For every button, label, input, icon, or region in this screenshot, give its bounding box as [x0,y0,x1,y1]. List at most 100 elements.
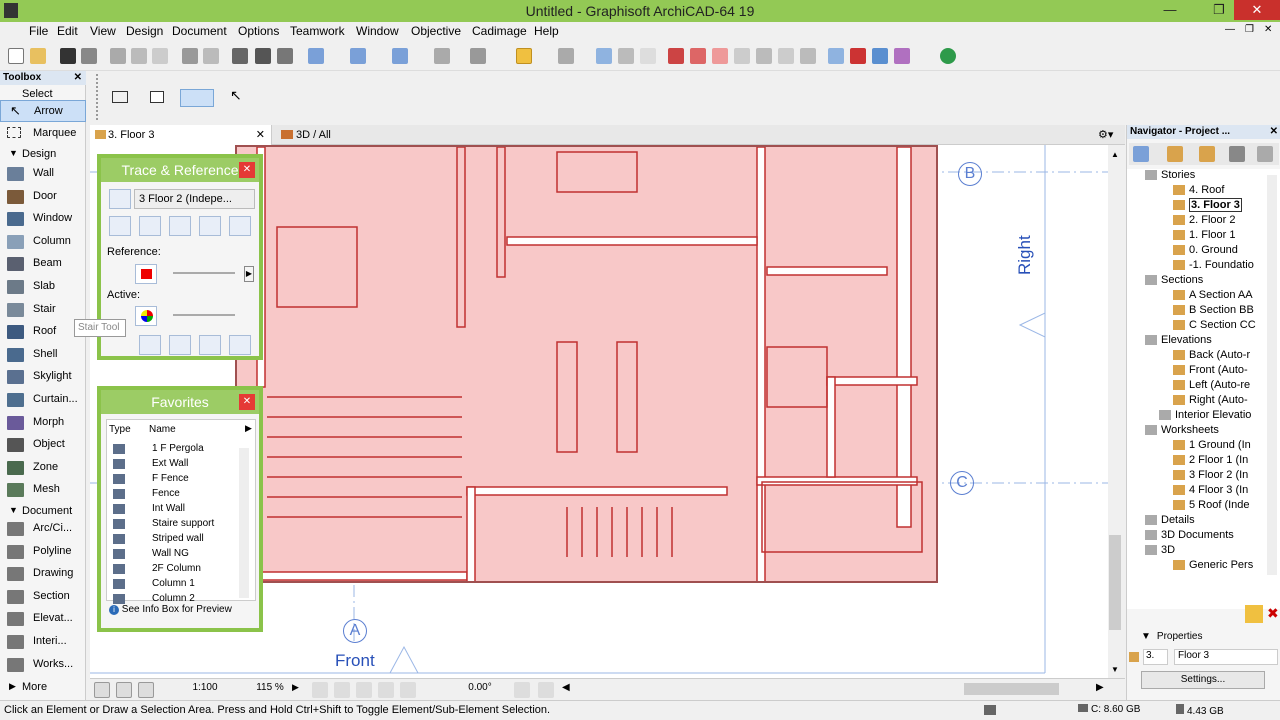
tool-morph[interactable]: Morph [0,412,86,434]
rotate-icon[interactable] [756,48,772,64]
reference-source-dropdown[interactable]: 3 Floor 2 (Indepe... [134,189,255,209]
menu-restore-icon[interactable]: ❐ [1245,24,1254,35]
horizontal-scrollbar-thumb[interactable] [964,683,1059,695]
orientation-icon[interactable] [400,682,416,698]
elevation-label-right[interactable]: Right [1015,235,1035,275]
close-window-button[interactable]: ✕ [1234,0,1280,20]
navigator-scrollbar[interactable] [1267,175,1277,575]
publisher-sets-icon[interactable] [1257,146,1273,162]
show-trace-icon[interactable] [596,48,612,64]
favorites-col-type[interactable]: Type [109,424,131,435]
favorite-item[interactable]: Staire support [109,517,239,532]
mark-up-icon[interactable] [668,48,684,64]
reference-color-swatch[interactable] [135,264,157,284]
favorite-item[interactable]: 1 F Pergola [109,442,239,457]
infobox-grip[interactable] [96,74,100,120]
favorites-expand-icon[interactable]: ▶ [245,423,252,434]
trace-hand-icon[interactable] [139,335,161,355]
navigator-close-icon[interactable]: ✕ [1270,125,1278,139]
menu-close-icon[interactable]: ✕ [1264,24,1272,35]
favorite-item[interactable]: Fence [109,487,239,502]
tool-marquee[interactable]: Marquee [0,123,86,145]
properties-collapse-icon[interactable]: ▼ [1141,631,1151,642]
menu-teamwork[interactable]: Teamwork [290,24,345,38]
zoom-previous-icon[interactable] [538,682,554,698]
favorites-close-icon[interactable]: ✕ [239,394,255,410]
tool-curtain[interactable]: Curtain... [0,389,86,411]
menu-document[interactable]: Document [172,24,227,38]
nav-elevation-item[interactable]: Front (Auto- [1173,364,1248,376]
nav-section-item[interactable]: B Section BB [1173,304,1254,316]
menu-objective[interactable]: Objective [411,24,461,38]
menu-file[interactable]: File [29,24,48,38]
quick-selection-icon[interactable]: ↖ [230,87,242,104]
building-footprint[interactable] [235,145,938,583]
tool-more[interactable]: ▶ More [0,677,86,699]
section-marker-icon[interactable] [712,48,728,64]
display-icon[interactable] [984,705,996,715]
menu-minimize-icon[interactable]: — [1225,24,1235,35]
open-folder-icon[interactable] [30,48,46,64]
tool-door[interactable]: Door [0,186,86,208]
scroll-up-icon[interactable]: ▲ [1111,150,1119,159]
trace-toggle-icon[interactable] [109,189,131,209]
layer-settings-icon[interactable] [516,48,532,64]
angle-field[interactable]: 0.00° [450,682,510,698]
navigator-popup-icon[interactable] [1133,146,1149,162]
trace-overlay-icon[interactable] [229,335,251,355]
tab-floor-3[interactable]: 3. Floor 3 ✕ [90,125,272,145]
save-icon[interactable] [60,48,76,64]
print-icon[interactable] [81,48,97,64]
tool-wall[interactable]: Wall [0,163,86,185]
active-intensity-slider[interactable] [173,314,235,316]
active-color-swatch[interactable] [135,306,157,326]
zoom-window-icon[interactable] [116,682,132,698]
menu-cadimage[interactable]: Cadimage [472,24,527,38]
tool-interi[interactable]: Interi... [0,631,86,653]
nav-folder-interior-elevations[interactable]: Interior Elevatio [1159,409,1251,421]
trace-panel-close-icon[interactable]: ✕ [239,162,255,178]
magic-wand-icon[interactable] [434,48,450,64]
tool-elevat[interactable]: Elevat... [0,608,86,630]
undo-icon[interactable] [182,48,198,64]
project-map-icon[interactable] [1167,146,1183,162]
grid-axis-b[interactable]: B [958,162,982,186]
trace-move-icon[interactable] [139,216,161,236]
tab-3d-all[interactable]: 3D / All [278,125,398,145]
menu-help[interactable]: Help [534,24,559,38]
roof-tool-icon[interactable] [800,48,816,64]
nav-worksheet-item[interactable]: 1 Ground (In [1173,439,1251,451]
reference-slider-arrow-icon[interactable]: ▶ [244,266,254,282]
pan-icon[interactable] [356,682,372,698]
tool-zone[interactable]: Zone [0,457,86,479]
tool-polyline[interactable]: Polyline [0,541,86,563]
compare-icon[interactable] [618,48,634,64]
favorite-item[interactable]: Column 2 [109,592,239,607]
rendering-icon[interactable] [894,48,910,64]
renovation-icon[interactable] [850,48,866,64]
trace-display-icon[interactable] [109,216,131,236]
trace-swap-icon[interactable] [199,335,221,355]
tool-beam[interactable]: Beam [0,253,86,275]
zoom-field[interactable]: 115 % [240,682,300,698]
tool-drawing[interactable]: Drawing [0,563,86,585]
scroll-left-icon[interactable]: ◀ [562,682,570,693]
view-map-icon[interactable] [1199,146,1215,162]
tool-shell[interactable]: Shell [0,344,86,366]
nav-section-item[interactable]: A Section AA [1173,289,1253,301]
pick-up-icon[interactable] [255,48,271,64]
grid-snap-icon[interactable] [308,48,324,64]
favorite-item[interactable]: 2F Column [109,562,239,577]
tool-column[interactable]: Column [0,231,86,253]
nav-folder-elevations[interactable]: Elevations [1145,334,1212,346]
trace-icon[interactable] [558,48,574,64]
tool-mesh[interactable]: Mesh [0,479,86,501]
menu-options[interactable]: Options [238,24,279,38]
settings-button[interactable]: Settings... [1141,671,1265,689]
favorites-scrollbar[interactable] [239,448,249,598]
tool-window[interactable]: Window [0,208,86,230]
toolbox-close-icon[interactable]: ✕ [74,71,82,85]
trace-rotate-icon[interactable] [169,216,191,236]
nav-worksheet-item[interactable]: 2 Floor 1 (In [1173,454,1248,466]
selection-rectangle-icon[interactable] [112,91,128,103]
